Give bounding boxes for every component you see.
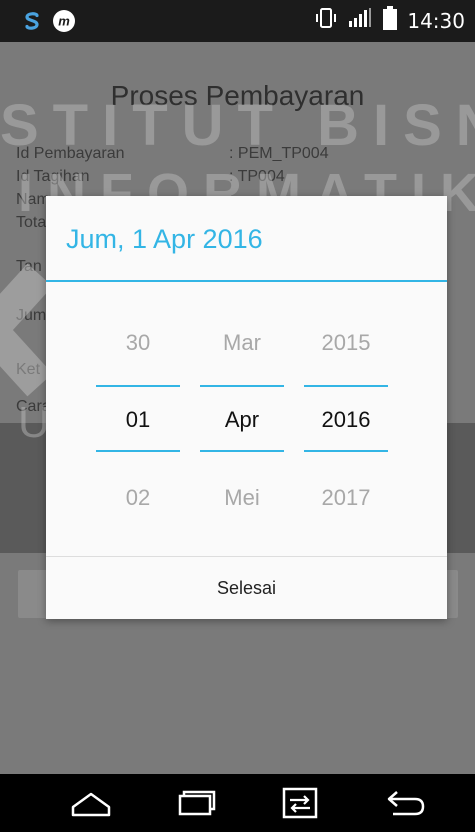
field-label-id-pembayaran: Id Pembayaran (16, 145, 125, 162)
field-label-total: Tota (16, 214, 47, 231)
selected-date: Jum, 1 Apr 2016 (66, 224, 263, 254)
swype-keyboard-icon (20, 9, 44, 33)
dialog-header: Jum, 1 Apr 2016 (46, 196, 447, 282)
month-divider-top (200, 385, 284, 387)
back-icon[interactable] (380, 784, 430, 822)
dual-window-icon[interactable] (275, 784, 325, 822)
year-next[interactable]: 2017 (304, 485, 388, 511)
field-label-jumlah: Jum (16, 307, 47, 324)
day-divider-bottom (96, 450, 180, 452)
month-next[interactable]: Mei (200, 485, 284, 511)
battery-icon (383, 6, 398, 36)
month-divider-bottom (200, 450, 284, 452)
status-indicators: 14:30 (315, 6, 465, 36)
day-prev[interactable]: 30 (96, 330, 180, 356)
navigation-bar (0, 774, 475, 832)
field-label-tanggal: Tan (16, 258, 42, 275)
field-label-keterangan: Ket (16, 361, 41, 378)
field-value-id-pembayaran: : PEM_TP004 (229, 145, 329, 162)
month-prev[interactable]: Mar (200, 330, 284, 356)
recent-apps-icon[interactable] (171, 784, 221, 822)
clock-time: 14:30 (407, 9, 465, 33)
page-title: Proses Pembayaran (110, 80, 365, 111)
month-current[interactable]: Apr (200, 407, 284, 433)
home-icon[interactable] (66, 784, 116, 822)
day-divider-top (96, 385, 180, 387)
year-divider-top (304, 385, 388, 387)
field-label-id-tagihan: Id Tagihan (16, 168, 90, 185)
day-next[interactable]: 02 (96, 485, 180, 511)
year-divider-bottom (304, 450, 388, 452)
screen: m 14:30 Proses Pembayaran Id Pembayaran … (0, 0, 475, 832)
done-button[interactable]: Selesai (46, 557, 447, 619)
messaging-app-icon: m (52, 9, 76, 33)
vibrate-icon (315, 7, 337, 35)
field-value-id-tagihan: : TP004 (229, 168, 285, 185)
status-bar: m 14:30 (0, 0, 475, 42)
svg-text:m: m (58, 14, 70, 29)
field-label-nama: Nam (16, 191, 50, 208)
date-picker-dialog: Jum, 1 Apr 2016 30 01 02 Mar Apr Mei 201… (46, 196, 447, 619)
day-current[interactable]: 01 (96, 407, 180, 433)
signal-icon (347, 7, 373, 35)
year-prev[interactable]: 2015 (304, 330, 388, 356)
year-current[interactable]: 2016 (304, 407, 388, 433)
